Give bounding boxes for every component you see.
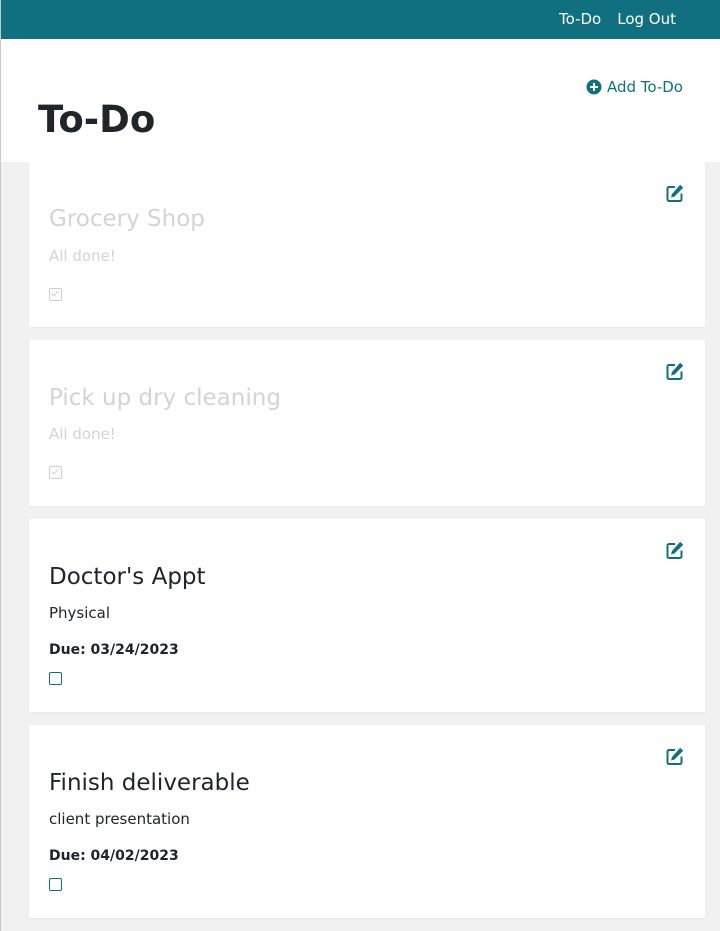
nav-link-logout[interactable]: Log Out <box>617 12 676 27</box>
add-todo-label: Add To-Do <box>606 78 683 96</box>
todo-due-date: Due: 03/24/2023 <box>49 642 179 658</box>
todo-card: Pick up dry cleaning All done! <box>29 340 705 506</box>
todo-title: Finish deliverable <box>49 770 250 796</box>
edit-icon[interactable] <box>665 540 685 560</box>
todo-checkbox[interactable] <box>49 672 62 685</box>
add-todo-button[interactable]: Add To-Do <box>586 78 683 96</box>
todo-description: All done! <box>49 247 116 265</box>
nav-link-todo[interactable]: To-Do <box>559 12 601 27</box>
todo-card: Doctor's Appt Physical Due: 03/24/2023 <box>29 519 705 712</box>
todo-description: client presentation <box>49 810 190 828</box>
plus-circle-icon <box>586 79 602 95</box>
todo-description: All done! <box>49 425 116 443</box>
todo-list: Grocery Shop All done! Pick up dry clean… <box>1 162 720 931</box>
todo-title: Pick up dry cleaning <box>49 385 281 411</box>
todo-card: Grocery Shop All done! <box>29 162 705 327</box>
page-title: To-Do <box>38 98 156 141</box>
top-navbar: To-Do Log Out <box>1 0 720 39</box>
todo-title: Doctor's Appt <box>49 564 206 590</box>
todo-card: Finish deliverable client presentation D… <box>29 725 705 918</box>
todo-description: Physical <box>49 604 111 622</box>
edit-icon[interactable] <box>665 183 685 203</box>
todo-checkbox[interactable] <box>49 466 62 479</box>
edit-icon[interactable] <box>665 361 685 381</box>
todo-due-date: Due: 04/02/2023 <box>49 848 179 864</box>
todo-title: Grocery Shop <box>49 206 205 232</box>
todo-checkbox[interactable] <box>49 878 62 891</box>
nav-links: To-Do Log Out <box>559 0 676 39</box>
edit-icon[interactable] <box>665 746 685 766</box>
todo-checkbox[interactable] <box>49 288 62 301</box>
